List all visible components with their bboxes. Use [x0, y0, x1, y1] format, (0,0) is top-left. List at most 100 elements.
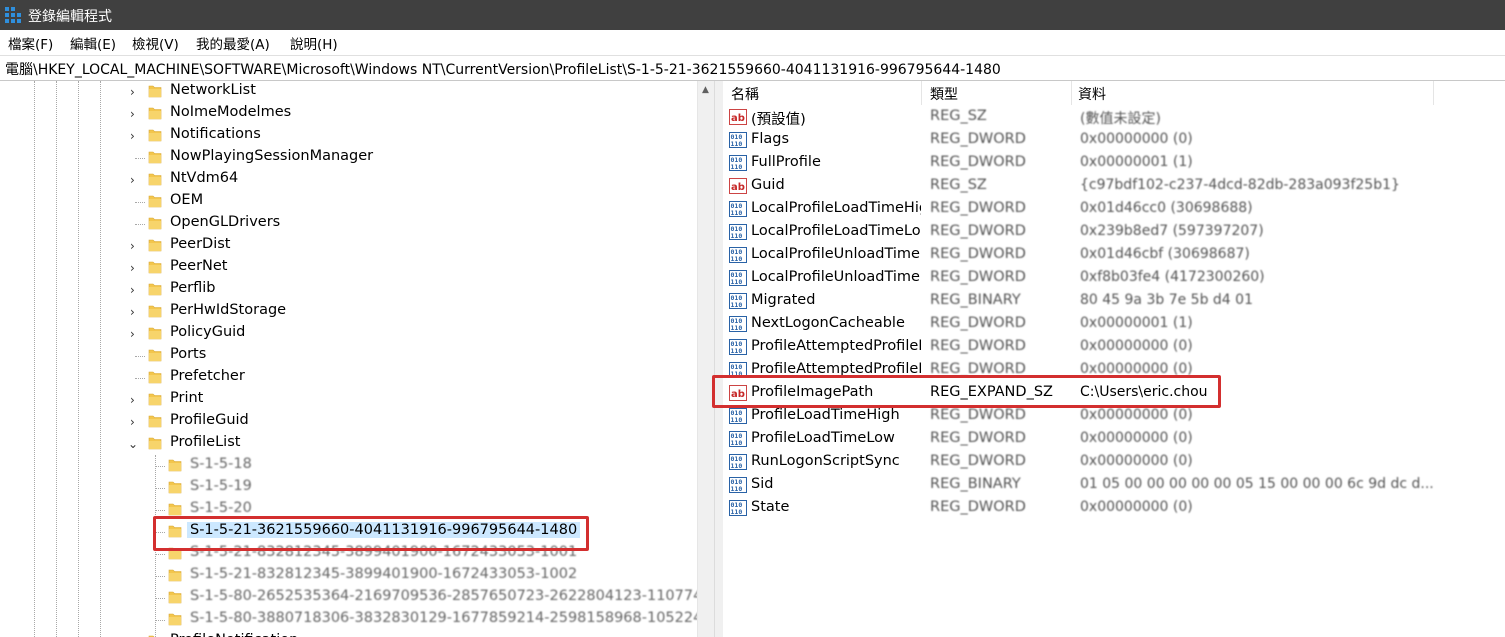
chevron-right-icon[interactable]: ›: [130, 328, 140, 340]
tree-node[interactable]: ProfileNotification: [0, 631, 697, 637]
chevron-right-icon[interactable]: ›: [130, 174, 140, 186]
tree-node[interactable]: S-1-5-21-832812345-3899401900-1672433053…: [0, 565, 697, 587]
tree-node-label: S-1-5-20: [190, 500, 252, 516]
value-data: 0x01d46cc0 (30698688): [1080, 200, 1253, 216]
folder-icon: [148, 282, 162, 296]
tree-node-label: S-1-5-80-2652535364-2169709536-285765072…: [190, 588, 697, 604]
tree-node[interactable]: OpenGLDrivers: [0, 213, 697, 235]
chevron-right-icon[interactable]: ›: [130, 306, 140, 318]
tree-node[interactable]: Ports: [0, 345, 697, 367]
value-row[interactable]: 010 110 State REG_DWORD 0x00000000 (0): [723, 497, 1505, 520]
menu-help[interactable]: 說明(H): [290, 33, 338, 53]
tree-node[interactable]: › PeerDist: [0, 235, 697, 257]
value-type: REG_DWORD: [930, 269, 1026, 285]
tree-node[interactable]: › Notifications: [0, 125, 697, 147]
chevron-right-icon[interactable]: ›: [130, 108, 140, 120]
tree-node[interactable]: NowPlayingSessionManager: [0, 147, 697, 169]
column-divider[interactable]: [1071, 81, 1072, 105]
value-row[interactable]: 010110LocalProfileUnloadTimeLow REG_DWORD…: [723, 267, 1505, 290]
value-row[interactable]: 010 110 Migrated REG_BINARY 80 45 9a 3b 7e 5…: [723, 290, 1505, 313]
tree-node[interactable]: › Perflib: [0, 279, 697, 301]
value-row[interactable]: 010110ProfileAttemptedProfileDownloadTim…: [723, 336, 1505, 359]
value-row[interactable]: 010110LocalProfileUnloadTimeHigh REG_DWOR…: [723, 244, 1505, 267]
value-type: REG_DWORD: [930, 453, 1026, 469]
folder-icon: [168, 590, 182, 604]
menu-favorites[interactable]: 我的最愛(A): [196, 33, 270, 53]
chevron-right-icon[interactable]: ›: [130, 284, 140, 296]
tree-node[interactable]: › Print: [0, 389, 697, 411]
column-divider[interactable]: [921, 81, 922, 105]
value-type: REG_BINARY: [930, 476, 1021, 492]
tree-node[interactable]: › PerHwIdStorage: [0, 301, 697, 323]
value-row[interactable]: ab (預設值) REG_SZ (數值未設定): [723, 106, 1505, 129]
value-data: 80 45 9a 3b 7e 5b d4 01: [1080, 292, 1253, 308]
value-type: REG_DWORD: [930, 223, 1026, 239]
tree-node[interactable]: › ProfileGuid: [0, 411, 697, 433]
value-row[interactable]: 010 110 LocalProfileLoadTimeLow REG_DWORD 0x…: [723, 221, 1505, 244]
tree-node[interactable]: S-1-5-80-2652535364-2169709536-285765072…: [0, 587, 697, 609]
tree-node[interactable]: ⌄ ProfileList: [0, 433, 697, 455]
value-name: LocalProfileUnloadTimeHigh: [751, 246, 921, 262]
key-tree[interactable]: › NetworkList › NoImeModelmes › Notifications…: [0, 81, 697, 637]
tree-node[interactable]: › PeerNet: [0, 257, 697, 279]
value-data: 0x00000000 (0): [1080, 131, 1193, 147]
value-list[interactable]: 名稱 類型 資料 ab (預設值) REG_SZ (數值未設定) 010 110 Flags…: [723, 81, 1505, 637]
tree-node[interactable]: OEM: [0, 191, 697, 213]
chevron-right-icon[interactable]: ›: [130, 130, 140, 142]
value-data: 01 05 00 00 00 00 00 05 15 00 00 00 6c 9…: [1080, 476, 1434, 492]
tree-node[interactable]: S-1-5-19: [0, 477, 697, 499]
chevron-right-icon[interactable]: ›: [130, 86, 140, 98]
tree-connector: [135, 224, 145, 225]
tree-node[interactable]: S-1-5-80-3880718306-3832830129-167785921…: [0, 609, 697, 631]
value-row[interactable]: 010 110 ProfileLoadTimeLow REG_DWORD 0x00000…: [723, 428, 1505, 451]
address-bar[interactable]: 電腦\HKEY_LOCAL_MACHINE\SOFTWARE\Microsoft…: [0, 55, 1505, 81]
tree-node[interactable]: › PolicyGuid: [0, 323, 697, 345]
value-name: Migrated: [751, 292, 816, 308]
value-name: LocalProfileLoadTimeHigh: [751, 200, 921, 216]
scroll-up-icon[interactable]: ▲: [702, 85, 709, 95]
value-row[interactable]: 010 110 FullProfile REG_DWORD 0x00000001 (1): [723, 152, 1505, 175]
value-row[interactable]: 010 110 Sid REG_BINARY 01 05 00 00 00 00 00 …: [723, 474, 1505, 497]
value-row[interactable]: 010 110 LocalProfileLoadTimeHigh REG_DWORD 0…: [723, 198, 1505, 221]
folder-icon: [168, 612, 182, 626]
value-data: 0x00000000 (0): [1080, 430, 1193, 446]
tree-node[interactable]: › NetworkList: [0, 81, 697, 103]
column-name-header[interactable]: 名稱: [731, 84, 759, 104]
menu-view[interactable]: 檢視(V): [132, 33, 179, 53]
tree-node[interactable]: Prefetcher: [0, 367, 697, 389]
value-row[interactable]: 010 110 NextLogonCacheable REG_DWORD 0x00000…: [723, 313, 1505, 336]
folder-icon: [168, 458, 182, 472]
value-row[interactable]: 010 110 ProfileLoadTimeHigh REG_DWORD 0x0000…: [723, 405, 1505, 428]
tree-node[interactable]: › NoImeModelmes: [0, 103, 697, 125]
value-row[interactable]: ab Guid REG_SZ {c97bdf102-c237-4dcd-82db-28…: [723, 175, 1505, 198]
value-type: REG_DWORD: [930, 338, 1026, 354]
tree-connector: [135, 356, 145, 357]
value-row[interactable]: 010 110 RunLogonScriptSync REG_DWORD 0x00000…: [723, 451, 1505, 474]
string-value-icon: ab: [729, 109, 747, 125]
tree-scrollbar[interactable]: ▲: [697, 81, 715, 637]
menu-file[interactable]: 檔案(F): [8, 33, 53, 53]
tree-node[interactable]: › NtVdm64: [0, 169, 697, 191]
chevron-right-icon[interactable]: ›: [130, 240, 140, 252]
chevron-down-icon[interactable]: ⌄: [128, 438, 138, 450]
tree-node-label: ProfileGuid: [170, 412, 249, 428]
column-divider[interactable]: [1433, 81, 1434, 105]
tree-connector: [135, 202, 145, 203]
menu-edit[interactable]: 編輯(E): [70, 33, 116, 53]
address-path[interactable]: 電腦\HKEY_LOCAL_MACHINE\SOFTWARE\Microsoft…: [5, 59, 1001, 79]
tree-node[interactable]: S-1-5-18: [0, 455, 697, 477]
svg-text:110: 110: [731, 140, 743, 148]
folder-icon: [148, 150, 162, 164]
binary-value-icon: 010 110: [729, 201, 747, 217]
folder-icon: [148, 392, 162, 406]
tree-connector: [155, 620, 165, 621]
folder-icon: [148, 216, 162, 230]
chevron-right-icon[interactable]: ›: [130, 262, 140, 274]
value-row[interactable]: 010 110 Flags REG_DWORD 0x00000000 (0): [723, 129, 1505, 152]
tree-node-label: Perflib: [170, 280, 216, 296]
svg-text:110: 110: [731, 485, 743, 493]
chevron-right-icon[interactable]: ›: [130, 416, 140, 428]
column-type-header[interactable]: 類型: [930, 84, 958, 104]
column-data-header[interactable]: 資料: [1078, 84, 1106, 104]
chevron-right-icon[interactable]: ›: [130, 394, 140, 406]
